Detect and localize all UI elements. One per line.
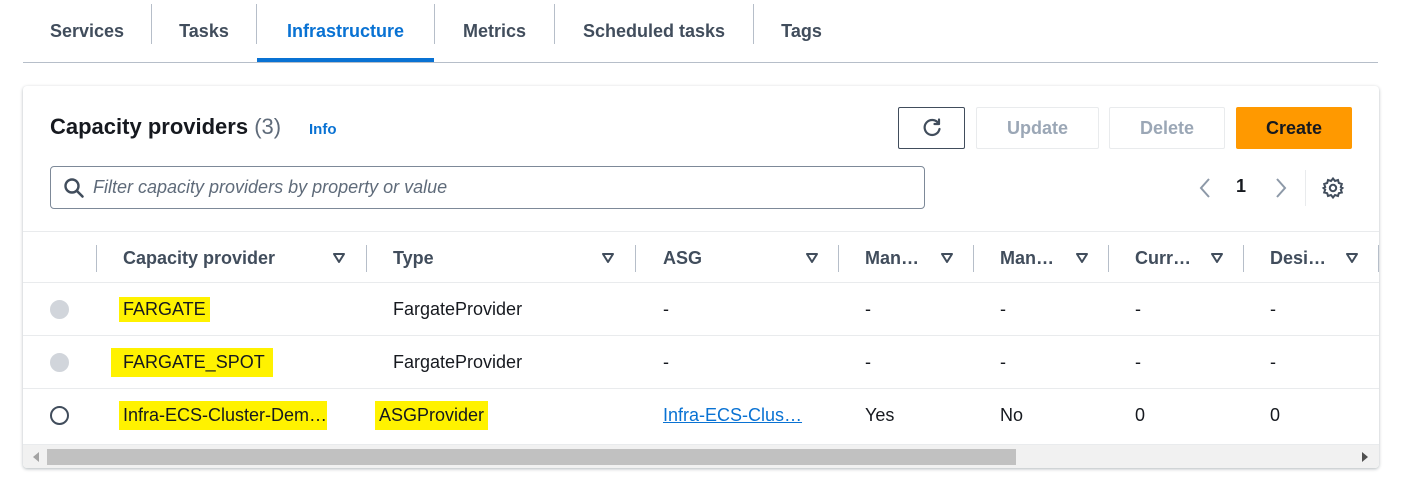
panel-title-text: Capacity providers [50,114,249,139]
filter-box [50,166,925,209]
scroll-right-arrow-icon[interactable] [1360,451,1370,463]
cell-capacity-provider: Infra-ECS-Cluster-Dem… [119,389,328,441]
sort-icon[interactable] [1345,251,1359,265]
column-header-capacity-provider[interactable]: Capacity provider [123,232,275,284]
panel-count: (3) [254,114,282,139]
chevron-right-icon[interactable] [1271,176,1291,200]
table-header: Capacity provider Type ASG Man… Man… Cur… [23,231,1379,283]
tab-scheduled-tasks[interactable]: Scheduled tasks [555,0,753,62]
cell-current-size: - [1135,298,1141,319]
search-icon [64,177,84,198]
row-radio [50,300,69,319]
provider-name: FARGATE [119,296,210,322]
cell-asg: - [663,351,669,372]
cell-managed-scaling: Yes [865,404,895,425]
tab-bar: Services Tasks Infrastructure Metrics Sc… [23,0,1378,63]
gear-icon[interactable] [1321,176,1345,200]
column-header-asg[interactable]: ASG [663,232,702,284]
column-header-desired-size[interactable]: Desi… [1270,232,1326,284]
filter-input[interactable] [93,177,924,198]
tab-tasks[interactable]: Tasks [152,0,256,62]
panel-title: Capacity providers (3) [50,114,281,140]
cell-current-size: 0 [1135,404,1146,425]
update-button[interactable]: Update [976,107,1099,149]
cell-capacity-provider: FARGATE_SPOT [111,336,273,388]
cell-managed-termination: - [1000,351,1006,372]
cell-type: FargateProvider [393,351,523,372]
cell-managed-termination: - [1000,298,1006,319]
column-divider [96,245,97,272]
refresh-icon [923,118,941,137]
page-number[interactable]: 1 [1236,176,1246,197]
capacity-providers-panel: Capacity providers (3) Info Update Delet… [23,86,1379,468]
cell-asg: - [663,298,669,319]
cell-desired-size: 0 [1270,404,1281,425]
column-divider [1108,245,1109,272]
pager-divider [1305,170,1306,206]
sort-icon[interactable] [1210,251,1224,265]
provider-name: FARGATE_SPOT [111,347,273,377]
column-divider [838,245,839,272]
provider-type: ASGProvider [375,400,489,430]
row-radio[interactable] [50,406,69,425]
column-header-managed-scaling[interactable]: Man… [865,232,919,284]
cell-capacity-provider: FARGATE [119,283,210,335]
scroll-left-arrow-icon[interactable] [31,451,41,463]
row-radio [50,353,69,372]
column-header-managed-termination[interactable]: Man… [1000,232,1054,284]
column-divider [1378,245,1379,272]
delete-button[interactable]: Delete [1109,107,1225,149]
cell-desired-size: - [1270,298,1276,319]
cell-type: FargateProvider [393,298,523,319]
column-header-current-size[interactable]: Curr… [1135,232,1191,284]
cell-type: ASGProvider [375,389,489,441]
refresh-button[interactable] [898,107,965,149]
horizontal-scrollbar[interactable] [23,444,1379,468]
column-divider [366,245,367,272]
table-row[interactable]: Infra-ECS-Cluster-Dem… ASGProvider Infra… [23,389,1379,442]
tab-infrastructure[interactable]: Infrastructure [257,0,434,62]
cell-asg: Infra-ECS-Clus… [663,389,802,441]
chevron-left-icon[interactable] [1195,176,1215,200]
sort-icon[interactable] [332,251,346,265]
cell-desired-size: - [1270,351,1276,372]
sort-icon[interactable] [805,251,819,265]
tab-services[interactable]: Services [23,0,151,62]
cell-managed-scaling: - [865,351,871,372]
sort-icon[interactable] [601,251,615,265]
sort-icon[interactable] [1075,251,1089,265]
column-divider [973,245,974,272]
cell-current-size: - [1135,351,1141,372]
column-divider [635,245,636,272]
column-header-type[interactable]: Type [393,232,434,284]
tab-tags[interactable]: Tags [754,0,849,62]
active-tab-indicator [257,58,434,62]
provider-name: Infra-ECS-Cluster-Dem… [119,400,328,430]
column-divider [1243,245,1244,272]
asg-link[interactable]: Infra-ECS-Clus… [663,405,802,426]
cell-managed-scaling: - [865,298,871,319]
sort-icon[interactable] [940,251,954,265]
cell-managed-termination: No [1000,404,1024,425]
table-row[interactable]: FARGATE_SPOT FargateProvider - - - - - [23,336,1379,389]
create-button[interactable]: Create [1236,107,1352,149]
tab-metrics[interactable]: Metrics [435,0,554,62]
table-row[interactable]: FARGATE FargateProvider - - - - - [23,283,1379,336]
scrollbar-thumb[interactable] [47,449,1016,465]
info-link[interactable]: Info [309,121,337,138]
